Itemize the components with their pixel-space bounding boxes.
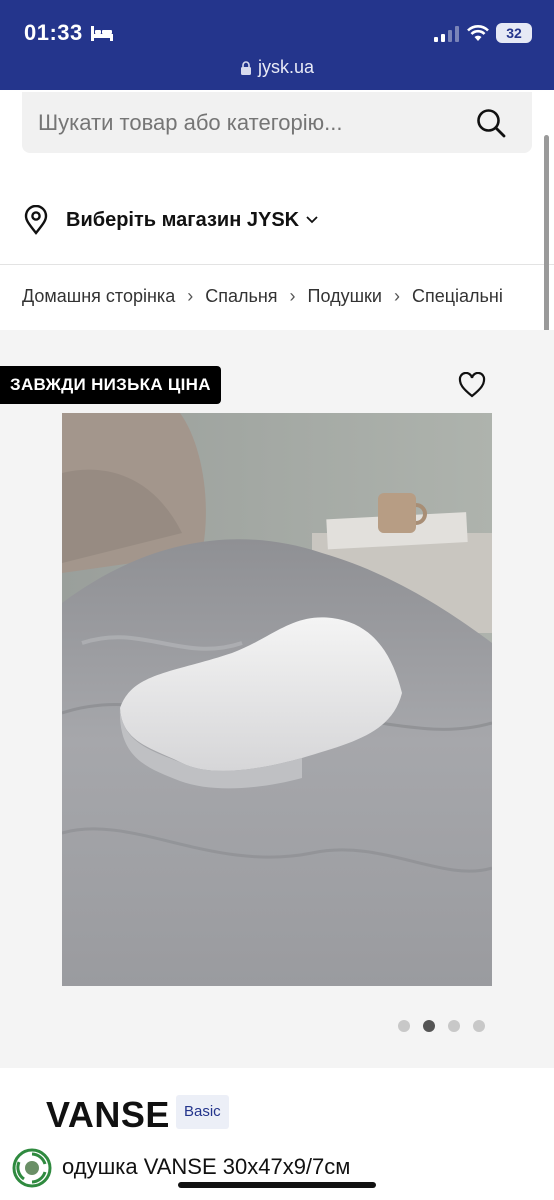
breadcrumb-item-special[interactable]: Спеціальні [412, 286, 503, 307]
breadcrumb-separator-icon: › [393, 286, 400, 306]
search-icon[interactable] [476, 108, 506, 138]
breadcrumb-separator-icon: › [289, 286, 296, 306]
eco-recycle-icon[interactable] [12, 1148, 52, 1188]
battery-indicator: 32 [496, 23, 532, 43]
breadcrumb-item-home[interactable]: Домашня сторінка [22, 286, 175, 307]
product-subtitle: одушка VANSE 30x47x9/7см [62, 1154, 351, 1179]
search-input[interactable] [38, 110, 458, 136]
gallery-dot[interactable] [448, 1020, 460, 1032]
address-bar[interactable]: jysk.ua [0, 57, 554, 78]
gallery-dot[interactable] [473, 1020, 485, 1032]
status-bar: 01:33 32 jysk.ua [0, 0, 554, 90]
chevron-down-icon [306, 216, 318, 224]
breadcrumb-item-bedroom[interactable]: Спальня [205, 286, 277, 307]
gallery-pagination [398, 1020, 485, 1032]
product-tier-badge: Basic [176, 1095, 229, 1129]
breadcrumb-separator-icon: › [187, 286, 194, 306]
bed-icon [91, 26, 113, 41]
gallery-dot[interactable] [398, 1020, 410, 1032]
price-badge: ЗАВЖДИ НИЗЬКА ЦІНА [0, 366, 221, 404]
signal-icon [434, 26, 459, 42]
gallery-dot-active[interactable] [423, 1020, 435, 1032]
page-scrollbar[interactable] [544, 135, 549, 357]
breadcrumb-item-pillows[interactable]: Подушки [308, 286, 382, 307]
lock-icon [240, 61, 251, 75]
heart-icon[interactable] [458, 372, 486, 398]
divider [0, 264, 554, 265]
wifi-icon [467, 25, 489, 41]
product-image[interactable] [62, 413, 492, 986]
location-pin-icon [24, 205, 48, 235]
url-text: jysk.ua [257, 57, 315, 77]
breadcrumb: Домашня сторінка › Спальня › Подушки › С… [22, 286, 554, 307]
search-bar[interactable] [22, 92, 532, 153]
store-selector[interactable]: Виберіть магазин JYSK [22, 200, 319, 240]
product-title: VANSE [46, 1094, 170, 1135]
store-selector-label: Виберіть магазин JYSK [66, 208, 300, 231]
status-time: 01:33 [24, 20, 83, 45]
home-indicator[interactable] [178, 1182, 376, 1188]
